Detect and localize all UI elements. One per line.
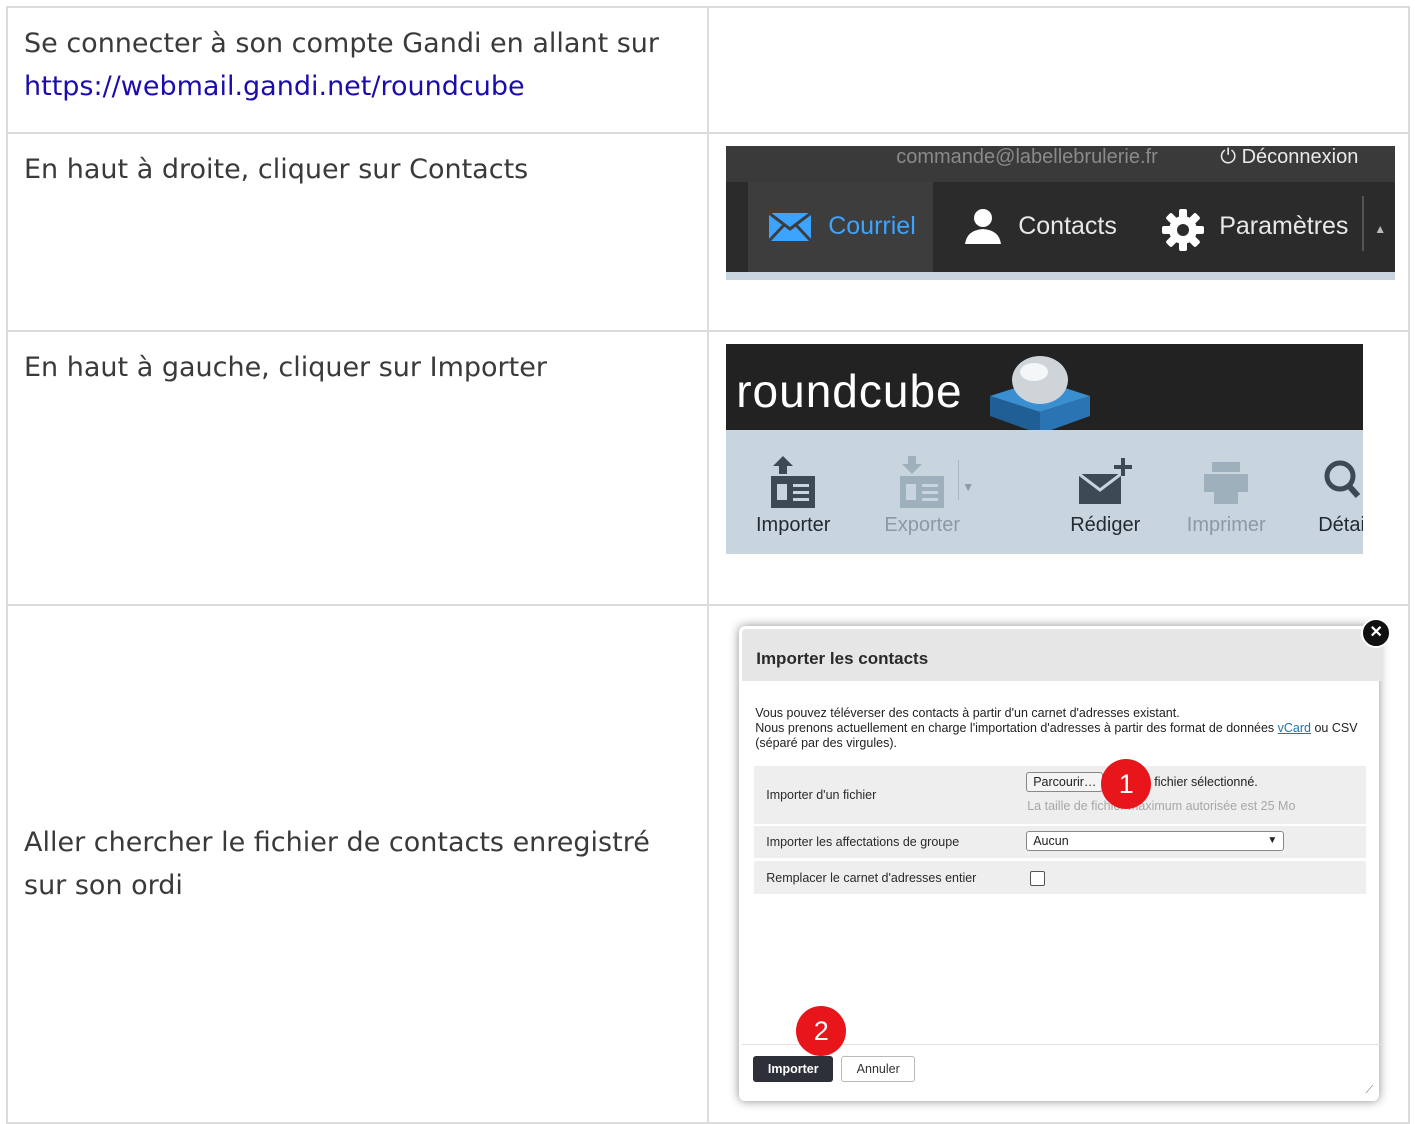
- toolbar-exporter-label: Exporter: [884, 514, 961, 536]
- replace-label: Remplacer le carnet d'adresses entier: [766, 871, 977, 885]
- toolbar-imprimer-label: Imprimer: [1186, 514, 1266, 536]
- power-icon: ⏻: [1220, 146, 1237, 168]
- dialog-title: Importer les contacts: [756, 649, 929, 668]
- tab-parametres[interactable]: Paramètres: [1151, 182, 1361, 272]
- group-label: Importer les affectations de groupe: [766, 835, 960, 849]
- toolbar-importer-button[interactable]: Importer: [743, 456, 843, 537]
- file-row: Importer d'un fichier Parcourir… fichier…: [754, 766, 1367, 824]
- toolbar-importer-label: Importer: [755, 514, 831, 536]
- resize-handle-icon[interactable]: ⟋: [1366, 1084, 1374, 1097]
- file-size-hint: La taille de fichier maximum autorisée e…: [1027, 799, 1296, 813]
- chevron-down-icon: ▼: [1267, 835, 1278, 846]
- step-1-text: Se connecter à son compte Gandi en allan…: [24, 28, 660, 59]
- roundcube-logo-bar: roundcube: [726, 344, 1364, 434]
- instructions-table: Se connecter à son compte Gandi en allan…: [5, 6, 1410, 1124]
- step-4-text-cell: Aller chercher le fichier de contacts en…: [5, 604, 710, 1124]
- group-select[interactable]: Aucun ▼: [1026, 831, 1285, 851]
- step-2-image-cell: commande@labellebrulerie.fr ⏻ Déconnexio…: [707, 132, 1410, 332]
- toolbar-details-button[interactable]: Détai: [1300, 456, 1363, 537]
- replace-checkbox[interactable]: [1030, 871, 1046, 886]
- step-4-image-cell: Importer les contacts ✕ Vous pouvez télé…: [707, 604, 1410, 1124]
- toolbar-imprimer-button[interactable]: Imprimer: [1176, 456, 1276, 537]
- vcard-link[interactable]: vCard: [1278, 721, 1311, 735]
- caret-up-icon[interactable]: ▲: [1374, 222, 1386, 236]
- roundcube-header-screenshot: commande@labellebrulerie.fr ⏻ Déconnexio…: [726, 146, 1396, 280]
- import-dialog-screenshot: Importer les contacts ✕ Vous pouvez télé…: [739, 618, 1392, 1101]
- close-icon[interactable]: ✕: [1361, 618, 1392, 648]
- import-button[interactable]: Importer: [753, 1056, 834, 1082]
- person-icon: [965, 209, 1002, 244]
- roundcube-toolbar: Importer Exporter ▼ Rédiger Imprimer Dét…: [726, 430, 1364, 554]
- tab-courriel-label: Courriel: [828, 212, 916, 240]
- exporter-dropdown-icon[interactable]: [958, 460, 960, 500]
- step-1-text-cell: Se connecter à son compte Gandi en allan…: [5, 6, 710, 134]
- envelope-icon: [768, 212, 813, 242]
- step-4-text: Aller chercher le fichier de contacts en…: [24, 827, 650, 901]
- browse-button[interactable]: Parcourir…: [1026, 772, 1104, 792]
- file-label: Importer d'un fichier: [766, 788, 877, 802]
- logout-label: Déconnexion: [1241, 146, 1359, 168]
- toolbar-details-label: Détai: [1318, 514, 1364, 536]
- import-icon: [771, 456, 816, 508]
- description-line-2: Nous prenons actuellement en charge l'im…: [755, 721, 1367, 751]
- tab-contacts-label: Contacts: [1018, 212, 1117, 240]
- header-bottom-strip: [726, 272, 1396, 280]
- step-3-text-cell: En haut à gauche, cliquer sur Importer: [5, 330, 710, 606]
- export-icon: [900, 456, 945, 508]
- step-3-image-cell: roundcube Importer Exporter ▼ Rédiger Im…: [707, 330, 1410, 606]
- user-email: commande@labellebrulerie.fr: [896, 146, 1158, 168]
- roundcube-toolbar-screenshot: roundcube Importer Exporter ▼ Rédiger Im…: [726, 344, 1364, 554]
- compose-icon: [1078, 458, 1133, 504]
- toolbar-exporter-button[interactable]: Exporter: [872, 456, 972, 537]
- roundcube-logo-text: roundcube: [736, 365, 963, 417]
- no-file-text: fichier sélectionné.: [1154, 775, 1258, 789]
- printer-icon: [1204, 462, 1249, 504]
- logout-link[interactable]: ⏻ Déconnexion: [1220, 146, 1358, 168]
- description-line-1: Vous pouvez téléverser des contacts à pa…: [755, 706, 1180, 720]
- tab-parametres-label: Paramètres: [1219, 212, 1349, 240]
- cancel-button[interactable]: Annuler: [841, 1056, 916, 1082]
- step-2-text: En haut à droite, cliquer sur Contacts: [24, 154, 529, 185]
- webmail-link[interactable]: https://webmail.gandi.net/roundcube: [24, 71, 525, 102]
- toolbar-rediger-button[interactable]: Rédiger: [1055, 456, 1155, 537]
- toolbar-rediger-label: Rédiger: [1070, 514, 1141, 536]
- description-text-a: Nous prenons actuellement en charge l'im…: [755, 721, 1278, 735]
- annotation-marker-1: 1: [1101, 759, 1152, 809]
- magnifier-icon: [1324, 460, 1361, 499]
- step-2-text-cell: En haut à droite, cliquer sur Contacts: [5, 132, 710, 332]
- tab-contacts[interactable]: Contacts: [941, 182, 1131, 272]
- header-top-bar: commande@labellebrulerie.fr ⏻ Déconnexio…: [726, 146, 1396, 182]
- chevron-down-icon[interactable]: ▼: [962, 480, 974, 494]
- annotation-marker-2: 2: [796, 1006, 847, 1056]
- dialog-header: Importer les contacts: [742, 629, 1383, 681]
- roundcube-cube-icon: [990, 356, 1091, 434]
- gear-icon: [1162, 209, 1205, 251]
- replace-row: Remplacer le carnet d'adresses entier: [754, 861, 1367, 894]
- tab-separator: [1362, 196, 1365, 251]
- group-row: Importer les affectations de groupe Aucu…: [754, 826, 1367, 858]
- tab-courriel[interactable]: Courriel: [748, 182, 934, 272]
- step-3-text: En haut à gauche, cliquer sur Importer: [24, 352, 547, 383]
- step-1-image-cell: [707, 6, 1410, 134]
- dialog-description: Vous pouvez téléverser des contacts à pa…: [755, 706, 1367, 751]
- group-select-value: Aucun: [1033, 834, 1069, 848]
